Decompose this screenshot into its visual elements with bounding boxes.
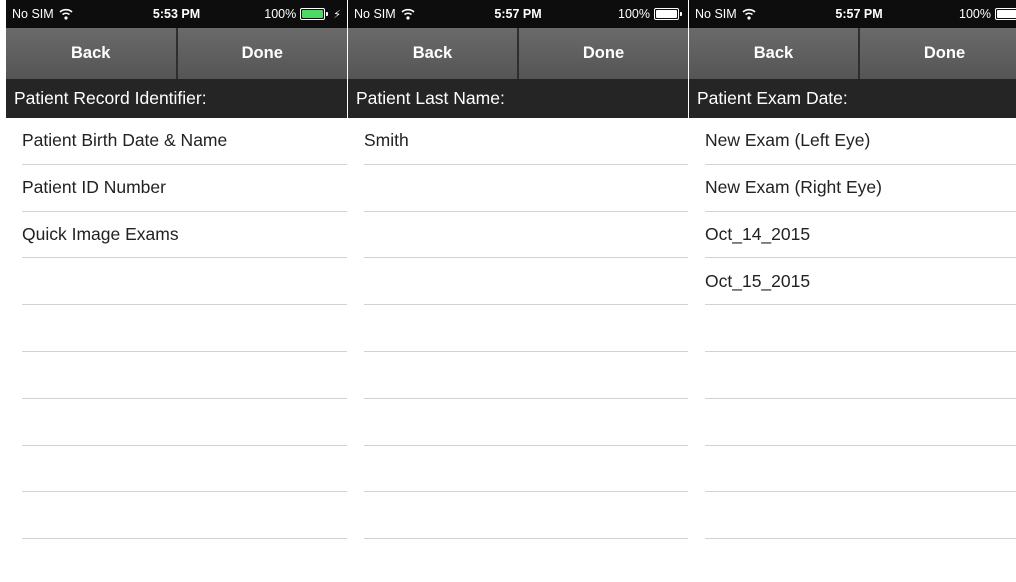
empty-row: [705, 352, 1016, 399]
back-button[interactable]: Back: [348, 28, 519, 79]
record-list: Patient Birth Date & Name Patient ID Num…: [6, 118, 347, 540]
empty-row: [705, 305, 1016, 352]
empty-row: [22, 305, 347, 352]
nav-bar: Back Done: [689, 28, 1016, 79]
empty-row: [364, 305, 688, 352]
section-header: Patient Last Name:: [348, 79, 688, 118]
list-item[interactable]: New Exam (Right Eye): [705, 165, 1016, 212]
empty-row: [364, 492, 688, 540]
list-item[interactable]: Patient ID Number: [22, 165, 347, 212]
list-item[interactable]: New Exam (Left Eye): [705, 118, 1016, 165]
empty-row: [22, 352, 347, 399]
list-item[interactable]: Oct_14_2015: [705, 212, 1016, 259]
battery-icon: [654, 8, 682, 20]
screen-patient-exam-date: No SIM 5:57 PM 100% Back Done Patient Ex…: [689, 0, 1016, 582]
battery-icon: [995, 8, 1016, 20]
battery-percent: 100%: [959, 7, 991, 21]
back-button[interactable]: Back: [6, 28, 178, 79]
battery-percent: 100%: [618, 7, 650, 21]
empty-row: [705, 492, 1016, 540]
status-bar: No SIM 5:57 PM 100%: [348, 0, 688, 28]
empty-row: [705, 399, 1016, 446]
screen-patient-last-name: No SIM 5:57 PM 100% Back Done Patient La…: [348, 0, 688, 582]
back-button[interactable]: Back: [689, 28, 860, 79]
empty-row: [364, 352, 688, 399]
last-name-list: Smith: [348, 118, 688, 540]
empty-row: [22, 446, 347, 493]
section-header: Patient Record Identifier:: [6, 79, 347, 118]
status-bar: No SIM 5:57 PM 100%: [689, 0, 1016, 28]
battery-percent: 100%: [264, 7, 297, 21]
list-item[interactable]: Quick Image Exams: [22, 212, 347, 259]
list-item[interactable]: Smith: [364, 118, 688, 165]
empty-row: [22, 399, 347, 446]
nav-bar: Back Done: [6, 28, 347, 79]
status-bar: No SIM 5:53 PM 100% ⚡: [6, 0, 347, 28]
empty-row: [364, 165, 688, 212]
empty-row: [364, 212, 688, 259]
empty-row: [705, 446, 1016, 493]
empty-row: [364, 399, 688, 446]
done-button[interactable]: Done: [519, 28, 688, 79]
list-item[interactable]: Oct_15_2015: [705, 258, 1016, 306]
empty-row: [364, 446, 688, 493]
exam-date-list: New Exam (Left Eye) New Exam (Right Eye)…: [689, 118, 1016, 540]
done-button[interactable]: Done: [177, 28, 347, 79]
empty-row: [364, 258, 688, 306]
charging-bolt-icon: ⚡: [333, 8, 341, 21]
screenshot-collage: No SIM 5:53 PM 100% ⚡ Back Done Patient …: [0, 0, 1016, 582]
section-header: Patient Exam Date:: [689, 79, 1016, 118]
nav-bar: Back Done: [348, 28, 688, 79]
battery-icon: [300, 8, 329, 20]
done-button[interactable]: Done: [860, 28, 1016, 79]
empty-row: [22, 258, 347, 306]
list-item[interactable]: Patient Birth Date & Name: [22, 118, 347, 165]
empty-row: [22, 492, 347, 540]
screen-patient-record-identifier: No SIM 5:53 PM 100% ⚡ Back Done Patient …: [6, 0, 347, 582]
